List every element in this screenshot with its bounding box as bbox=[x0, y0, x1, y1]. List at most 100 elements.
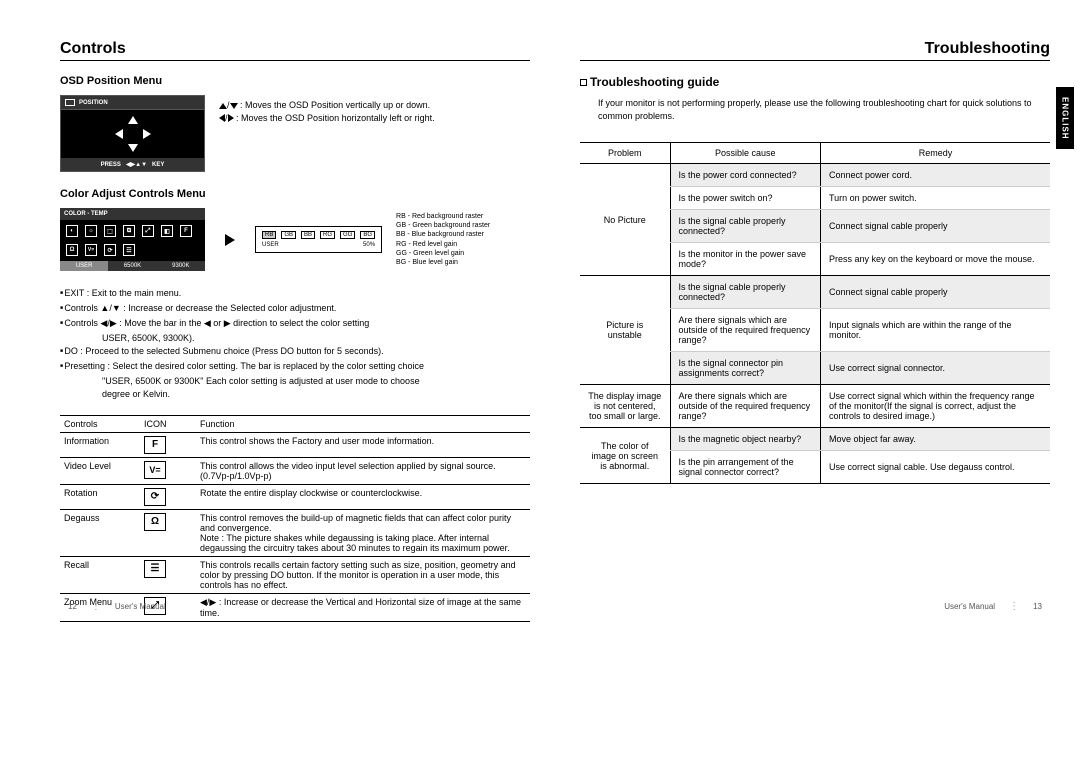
cause-cell: Is the pin arrangement of the signal con… bbox=[670, 451, 820, 484]
note-do: DO : Proceed to the selected Submenu cho… bbox=[60, 345, 530, 358]
info-f-icon: F bbox=[144, 436, 166, 454]
contrast-icon: ◐ bbox=[66, 225, 78, 237]
row-information: Information F This control shows the Fac… bbox=[60, 433, 530, 458]
zoom-icon: ⤢ bbox=[142, 225, 154, 237]
th-cause: Possible cause bbox=[670, 143, 820, 164]
osd-footer-press: PRESS bbox=[101, 162, 121, 168]
osd-desc-vertical: : Moves the OSD Position vertically up o… bbox=[240, 100, 430, 110]
page-title-left: Controls bbox=[60, 40, 530, 61]
remedy-cell: Use correct signal connector. bbox=[820, 352, 1050, 385]
legend-rb: RB - Red background raster bbox=[396, 212, 490, 221]
th-problem: Problem bbox=[580, 143, 670, 164]
cause-cell: Is the monitor in the power save mode? bbox=[670, 243, 820, 276]
color-subpanel: RB GB BB RG GG BG USER50% bbox=[255, 226, 382, 253]
language-tab-english: ENGLISH bbox=[1056, 87, 1074, 149]
note-exit: EXIT : Exit to the main menu. bbox=[60, 287, 530, 300]
degauss-icon: Ω bbox=[66, 244, 78, 256]
footer-left: 12 User's Manual bbox=[68, 601, 166, 612]
cell-deg-c: Degauss bbox=[60, 510, 140, 557]
bullet-icon bbox=[580, 79, 587, 86]
page-num-left: 12 bbox=[68, 602, 77, 611]
cause-cell: Are there signals which are outside of t… bbox=[670, 309, 820, 352]
cell-bb: BB bbox=[301, 231, 315, 239]
cause-cell: Is the power cord connected? bbox=[670, 164, 820, 187]
cause-cell: Is the signal connector pin assignments … bbox=[670, 352, 820, 385]
remedy-cell: Move object far away. bbox=[820, 428, 1050, 451]
remedy-cell: Turn on power switch. bbox=[820, 187, 1050, 210]
troubleshooting-intro: If your monitor is not performing proper… bbox=[580, 97, 1050, 122]
vlevel-icon: V= bbox=[85, 244, 97, 256]
table-row: No PictureIs the power cord connected?Co… bbox=[580, 164, 1050, 187]
problem-cell: Picture is unstable bbox=[580, 276, 670, 385]
row-recall: Recall ☰ This controls recalls certain f… bbox=[60, 557, 530, 594]
cell-rec-c: Recall bbox=[60, 557, 140, 594]
legend-rg: RG - Red level gain bbox=[396, 240, 490, 249]
osd-position-heading: OSD Position Menu bbox=[60, 75, 530, 87]
osd-position-panel: POSITION PRESS ◀▶▲▼ KEY bbox=[60, 95, 205, 172]
cell-rec-f: This controls recalls certain factory se… bbox=[196, 557, 530, 594]
recall-icon: ☲ bbox=[123, 244, 135, 256]
osd-color-panel: COLOR - TEMP ◐ ☼ ⬚ ⧉ ⤢ ◧ F Ω V= ⟳ ☲ USER… bbox=[60, 208, 205, 271]
troubleshooting-table: Problem Possible cause Remedy No Picture… bbox=[580, 142, 1050, 484]
row-degauss: Degauss Ω This control removes the build… bbox=[60, 510, 530, 557]
remedy-cell: Connect signal cable properly bbox=[820, 276, 1050, 309]
legend-gb: GB - Green background raster bbox=[396, 221, 490, 230]
cause-cell: Is the magnetic object nearby? bbox=[670, 428, 820, 451]
triangle-up-icon bbox=[128, 116, 138, 124]
triangle-left-icon bbox=[115, 129, 123, 139]
arrow-icon bbox=[225, 234, 235, 246]
th-remedy: Remedy bbox=[820, 143, 1050, 164]
size-icon: ⬚ bbox=[104, 225, 116, 237]
brightness-icon: ☼ bbox=[85, 225, 97, 237]
tab-9300k: 9300K bbox=[157, 261, 205, 271]
degauss-icon: Ω bbox=[144, 513, 166, 531]
controls-table: Controls ICON Function Information F Thi… bbox=[60, 415, 530, 622]
th-controls: Controls bbox=[60, 416, 140, 433]
page-label-left: User's Manual bbox=[115, 602, 166, 611]
note-preset-3: degree or Kelvin. bbox=[60, 388, 530, 401]
notes-list: EXIT : Exit to the main menu. Controls ▲… bbox=[60, 287, 530, 401]
page-label-right: User's Manual bbox=[944, 602, 995, 611]
cell-info-c: Information bbox=[60, 433, 140, 458]
th-function: Function bbox=[196, 416, 530, 433]
cause-cell: Is the signal cable properly connected? bbox=[670, 276, 820, 309]
cell-bg: BG bbox=[360, 231, 375, 239]
vlevel-icon: V= bbox=[144, 461, 166, 479]
note-ctrl-horiz: Controls ◀/▶ : Move the bar in the ◀ or … bbox=[60, 317, 530, 330]
cell-rg: RG bbox=[320, 231, 335, 239]
osd-desc-horizontal: : Moves the OSD Position horizontally le… bbox=[236, 113, 435, 123]
row-video-level: Video Level V= This control allows the v… bbox=[60, 458, 530, 485]
problem-cell: No Picture bbox=[580, 164, 670, 276]
triangle-right-icon bbox=[143, 129, 151, 139]
remedy-cell: Press any key on the keyboard or move th… bbox=[820, 243, 1050, 276]
cell-zoom-f: ◀/▶ : Increase or decrease the Vertical … bbox=[196, 594, 530, 622]
note-preset: Presetting : Select the desired color se… bbox=[60, 360, 530, 373]
tab-user: USER bbox=[60, 261, 108, 271]
remedy-cell: Connect signal cable properly bbox=[820, 210, 1050, 243]
note-ctrl-horiz-2: USER, 6500K, 9300K). bbox=[60, 332, 530, 345]
problem-cell: The display image is not centered, too s… bbox=[580, 385, 670, 428]
legend-gg: GG - Green level gain bbox=[396, 249, 490, 258]
cell-gb: GB bbox=[281, 231, 296, 239]
remedy-cell: Use correct signal which within the freq… bbox=[820, 385, 1050, 428]
table-row: Picture is unstableIs the signal cable p… bbox=[580, 276, 1050, 309]
osd-panel-title: POSITION bbox=[79, 100, 108, 106]
rotate-icon: ⟳ bbox=[104, 244, 116, 256]
tab-6500k: 6500K bbox=[108, 261, 156, 271]
remedy-cell: Input signals which are within the range… bbox=[820, 309, 1050, 352]
recall-icon: ☰ bbox=[144, 560, 166, 578]
cell-rot-f: Rotate the entire display clockwise or c… bbox=[196, 485, 530, 510]
th-icon: ICON bbox=[140, 416, 196, 433]
remedy-cell: Use correct signal cable. Use degauss co… bbox=[820, 451, 1050, 484]
cause-cell: Is the power switch on? bbox=[670, 187, 820, 210]
row-rotation: Rotation ⟳ Rotate the entire display clo… bbox=[60, 485, 530, 510]
page-num-right: 13 bbox=[1033, 602, 1042, 611]
note-ctrl-vert: Controls ▲/▼ : Increase or decrease the … bbox=[60, 302, 530, 315]
footer-right: User's Manual 13 bbox=[944, 601, 1042, 612]
cause-cell: Is the signal cable properly connected? bbox=[670, 210, 820, 243]
cell-vid-f: This control allows the video input leve… bbox=[196, 458, 530, 485]
legend-bb: BB - Blue background raster bbox=[396, 230, 490, 239]
legend-bg: BG - Blue level gain bbox=[396, 258, 490, 267]
problem-cell: The color of image on screen is abnormal… bbox=[580, 428, 670, 484]
cell-info-f: This control shows the Factory and user … bbox=[196, 433, 530, 458]
